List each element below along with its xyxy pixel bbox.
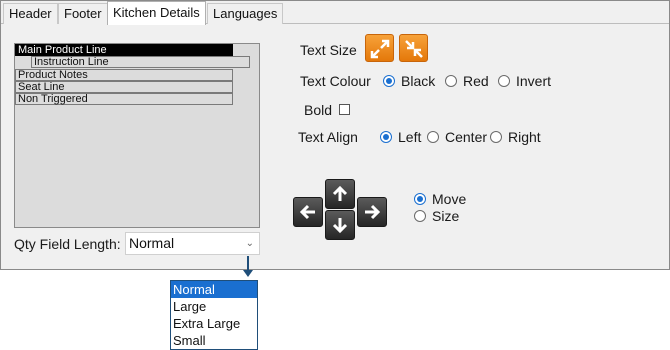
ticket-preview: Main Product Line Instruction Line Produ… (14, 43, 260, 228)
shrink-icon (405, 40, 423, 58)
tab-kitchen-details[interactable]: Kitchen Details (107, 1, 206, 25)
qty-field-length-label: Qty Field Length: (14, 236, 121, 252)
move-up-button[interactable] (325, 179, 355, 209)
colour-black-radio[interactable] (383, 75, 395, 87)
preview-line-product-notes[interactable]: Product Notes (15, 69, 233, 81)
arrow-down-icon (332, 218, 348, 234)
expand-icon (370, 39, 390, 59)
align-center-radio[interactable] (427, 131, 439, 143)
arrow-left-icon (299, 204, 315, 220)
colour-invert-radio[interactable] (498, 75, 510, 87)
colour-red-radio[interactable] (445, 75, 457, 87)
move-right-button[interactable] (357, 197, 387, 227)
align-center-label[interactable]: Center (445, 129, 487, 145)
text-colour-label: Text Colour (300, 73, 371, 89)
mode-size-radio[interactable] (414, 210, 426, 222)
text-size-label: Text Size (300, 42, 357, 58)
move-left-button[interactable] (293, 197, 323, 227)
increase-size-button[interactable] (365, 34, 394, 62)
kitchen-details-panel: Header Footer Kitchen Details Languages … (0, 0, 670, 270)
callout-arrow-head (243, 270, 253, 277)
preview-line-main-product[interactable]: Main Product Line (15, 44, 233, 56)
move-down-button[interactable] (325, 210, 355, 240)
colour-black-label[interactable]: Black (401, 73, 435, 89)
tab-footer[interactable]: Footer (58, 3, 108, 24)
qty-field-length-options: Normal Large Extra Large Small (170, 280, 258, 350)
arrow-up-icon (332, 185, 348, 201)
arrow-right-icon (365, 204, 381, 220)
mode-move-label[interactable]: Move (432, 191, 466, 207)
option-large[interactable]: Large (171, 298, 257, 315)
option-extra-large[interactable]: Extra Large (171, 315, 257, 332)
qty-field-length-value: Normal (129, 235, 175, 251)
preview-line-instruction[interactable]: Instruction Line (31, 56, 250, 68)
bold-checkbox[interactable] (339, 104, 350, 115)
mode-move-radio[interactable] (414, 193, 426, 205)
align-right-radio[interactable] (490, 131, 502, 143)
align-left-radio[interactable] (380, 131, 392, 143)
preview-line-non-triggered[interactable]: Non Triggered (15, 93, 233, 105)
align-left-label[interactable]: Left (398, 129, 421, 145)
tab-languages[interactable]: Languages (207, 3, 284, 24)
preview-line-seat[interactable]: Seat Line (15, 81, 233, 93)
align-right-label[interactable]: Right (508, 129, 541, 145)
tab-strip: Header Footer Kitchen Details Languages (1, 1, 669, 25)
option-normal[interactable]: Normal (171, 281, 257, 298)
decrease-size-button[interactable] (399, 34, 428, 62)
qty-field-length-select[interactable]: Normal ⌄ (125, 232, 260, 255)
tab-content: Main Product Line Instruction Line Produ… (2, 24, 668, 269)
tab-header[interactable]: Header (3, 3, 58, 24)
colour-invert-label[interactable]: Invert (516, 73, 551, 89)
chevron-down-icon: ⌄ (245, 238, 254, 249)
text-align-label: Text Align (298, 129, 358, 145)
colour-red-label[interactable]: Red (463, 73, 489, 89)
bold-label: Bold (304, 102, 333, 118)
mode-size-label[interactable]: Size (432, 208, 459, 224)
option-small[interactable]: Small (171, 332, 257, 349)
